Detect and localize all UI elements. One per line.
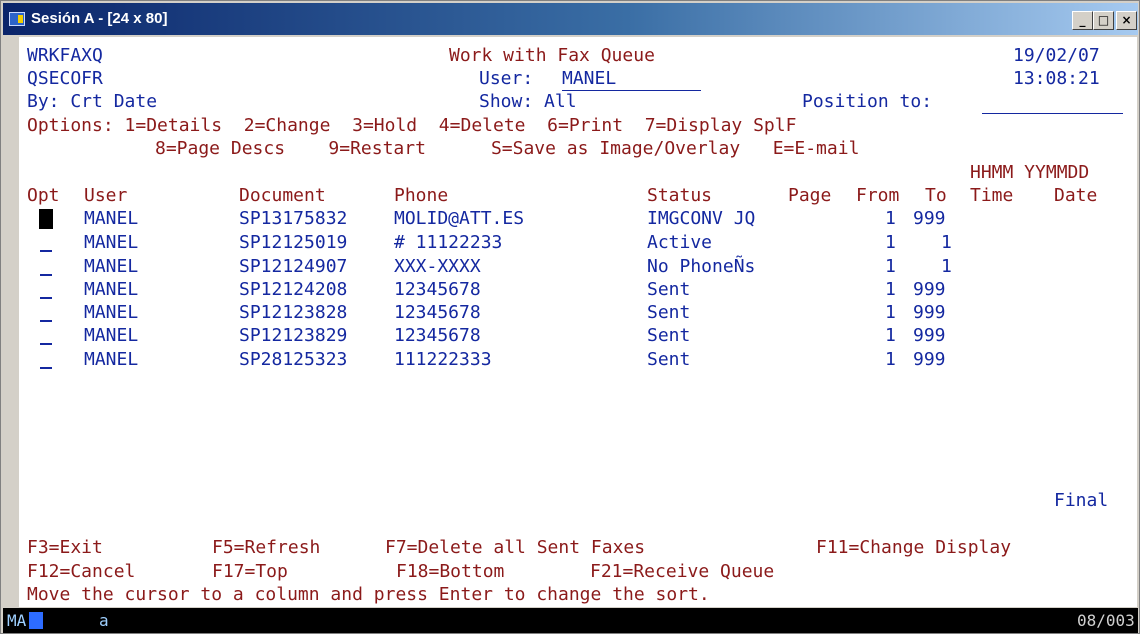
time-date-format-header: HHMM YYMMDD <box>970 162 1090 183</box>
position-to-input[interactable] <box>982 90 1123 114</box>
f17-top-key[interactable]: F17=Top <box>212 560 288 583</box>
column-header-date[interactable]: Date <box>1054 184 1097 207</box>
title-bar[interactable]: Sesión A - [24 x 80] _ □ × <box>3 3 1138 35</box>
close-button[interactable]: × <box>1116 11 1137 30</box>
row-opt-input[interactable] <box>40 250 52 252</box>
user-profile: QSECOFR <box>27 68 103 89</box>
row-to: 999 <box>913 279 946 300</box>
system-date: 19/02/07 <box>1013 45 1100 66</box>
sort-order-label[interactable]: By: Crt Date <box>27 90 157 113</box>
row-status: Sent <box>647 349 691 370</box>
row-to: 1 <box>941 256 952 277</box>
maximize-button[interactable]: □ <box>1093 11 1114 30</box>
row-document: SP28125323 <box>239 349 348 370</box>
column-header-to[interactable]: To <box>925 184 947 207</box>
row-opt-input[interactable] <box>40 367 52 369</box>
position-to-label: Position to: <box>802 91 933 112</box>
row-user: MANEL <box>84 232 139 253</box>
column-header-phone[interactable]: Phone <box>394 184 448 207</box>
row-phone: # 11122233 <box>394 232 503 253</box>
row-status: Sent <box>647 325 691 346</box>
row-document: SP13175832 <box>239 208 348 229</box>
column-header-status[interactable]: Status <box>647 184 712 207</box>
system-time: 13:08:21 <box>1013 68 1100 89</box>
f7-delete-sent-key[interactable]: F7=Delete all Sent Faxes <box>385 536 645 559</box>
column-header-document[interactable]: Document <box>239 184 326 207</box>
cursor-position: 08/003 <box>1077 611 1135 630</box>
input-lock-indicator <box>29 612 43 629</box>
row-phone: MOLID@ATT.ES <box>394 208 525 229</box>
column-header-user[interactable]: User <box>84 184 127 207</box>
row-user: MANEL <box>84 256 139 277</box>
row-from: 1 <box>885 232 896 253</box>
row-document: SP12124907 <box>239 256 348 277</box>
f5-refresh-key[interactable]: F5=Refresh <box>212 536 320 559</box>
column-header-opt[interactable]: Opt <box>27 184 60 207</box>
row-document: SP12123828 <box>239 302 348 323</box>
column-header-from[interactable]: From <box>856 184 899 207</box>
options-line-2: 8=Page Descs 9=Restart S=Save as Image/O… <box>155 138 860 159</box>
row-opt-input[interactable] <box>40 343 52 345</box>
row-from: 1 <box>885 302 896 323</box>
row-from: 1 <box>885 256 896 277</box>
row-to: 1 <box>941 232 952 253</box>
row-from: 1 <box>885 208 896 229</box>
f18-bottom-key[interactable]: F18=Bottom <box>396 560 504 583</box>
row-status: IMGCONV JQ <box>647 208 756 229</box>
show-filter-label: Show: All <box>479 91 577 112</box>
row-user: MANEL <box>84 349 139 370</box>
row-to: 999 <box>913 349 946 370</box>
row-phone: XXX-XXXX <box>394 256 481 277</box>
row-status: Sent <box>647 279 691 300</box>
operator-info-area: MA a 08/003 <box>3 608 1138 633</box>
user-label: User: <box>479 68 534 89</box>
f12-cancel-key[interactable]: F12=Cancel <box>27 560 135 583</box>
row-user: MANEL <box>84 302 139 323</box>
row-user: MANEL <box>84 325 139 346</box>
row-status: No PhoneÑs <box>647 256 756 277</box>
row-user: MANEL <box>84 279 139 300</box>
app-icon[interactable] <box>9 12 25 26</box>
row-document: SP12125019 <box>239 232 348 253</box>
row-document: SP12123829 <box>239 325 348 346</box>
row-from: 1 <box>885 349 896 370</box>
row-phone: 12345678 <box>394 302 481 323</box>
program-name: WRKFAXQ <box>27 45 103 66</box>
row-opt-input[interactable] <box>40 320 52 322</box>
user-input[interactable]: MANEL <box>562 67 701 91</box>
session-indicator: MA <box>7 611 27 630</box>
f3-exit-key[interactable]: F3=Exit <box>27 536 103 559</box>
window-title: Sesión A - [24 x 80] <box>31 10 168 27</box>
row-from: 1 <box>885 325 896 346</box>
message-line: Move the cursor to a column and press En… <box>27 584 710 605</box>
terminal-screen[interactable]: WRKFAXQ Work with Fax Queue 19/02/07 QSE… <box>19 37 1137 607</box>
row-document: SP12124208 <box>239 279 348 300</box>
row-phone: 111222333 <box>394 349 492 370</box>
row-status: Sent <box>647 302 691 323</box>
options-line-1: Options: 1=Details 2=Change 3=Hold 4=Del… <box>27 115 797 136</box>
row-opt-input[interactable] <box>40 297 52 299</box>
f11-change-display-key[interactable]: F11=Change Display <box>816 536 1011 559</box>
text-cursor <box>39 209 53 229</box>
input-mode-indicator: a <box>99 611 109 630</box>
screen-title: Work with Fax Queue <box>449 45 655 66</box>
list-end-indicator: Final <box>1054 490 1109 511</box>
row-opt-input[interactable] <box>40 274 52 276</box>
column-header-page[interactable]: Page <box>788 184 831 207</box>
row-phone: 12345678 <box>394 279 481 300</box>
row-to: 999 <box>913 208 946 229</box>
row-status: Active <box>647 232 713 253</box>
emulator-window: Sesión A - [24 x 80] _ □ × WRKFAXQ Work … <box>0 0 1140 634</box>
minimize-button[interactable]: _ <box>1072 11 1093 30</box>
row-to: 999 <box>913 325 946 346</box>
row-user: MANEL <box>84 208 139 229</box>
row-phone: 12345678 <box>394 325 481 346</box>
column-header-time[interactable]: Time <box>970 184 1013 207</box>
row-from: 1 <box>885 279 896 300</box>
row-to: 999 <box>913 302 946 323</box>
f21-receive-queue-key[interactable]: F21=Receive Queue <box>590 560 774 583</box>
